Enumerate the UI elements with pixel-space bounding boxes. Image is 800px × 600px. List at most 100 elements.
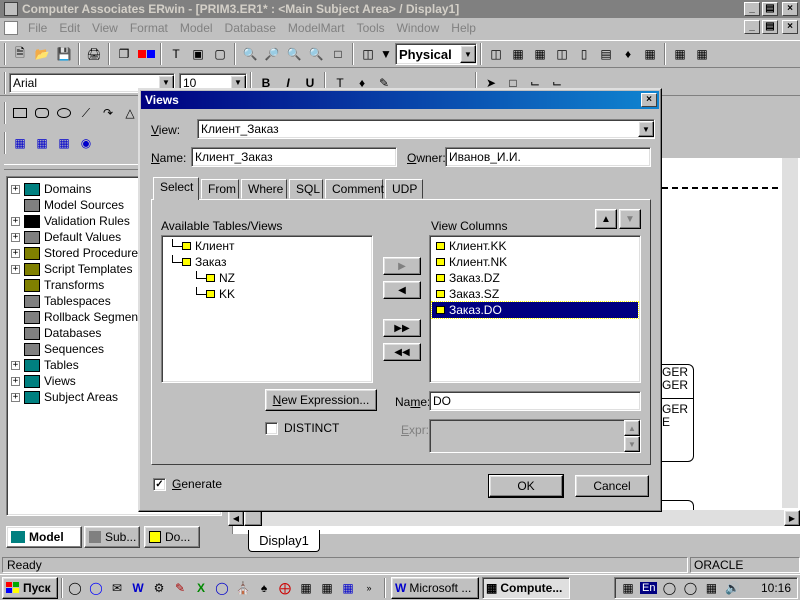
display-tab[interactable]: Display1 [248,530,320,552]
shield-icon[interactable]: ⛪ [234,579,252,597]
calc-icon[interactable]: ▦ [318,579,336,597]
column-icon[interactable]: ▯ [573,43,595,65]
volume-icon[interactable]: 🔊 [723,579,741,597]
language-indicator[interactable]: En [640,581,658,594]
complete-icon[interactable]: ◉ [75,132,97,154]
report-icon[interactable]: ▦ [669,43,691,65]
view-column-item[interactable]: Клиент.KK [432,238,638,254]
expand-icon[interactable]: + [11,376,20,386]
layout-icon[interactable]: ▦ [507,43,529,65]
start-button[interactable]: Пуск [2,576,58,599]
more-icon[interactable]: » [360,579,378,597]
cancel-button[interactable]: Cancel [575,475,649,497]
view-column-item[interactable]: Заказ.DO [431,301,639,319]
menu-modelmart[interactable]: ModelMart [282,19,351,37]
desktop-icon[interactable]: ◯ [66,579,84,597]
tab-select[interactable]: Select [153,177,199,200]
tray-app-icon[interactable]: ◯ [660,579,678,597]
tree-item[interactable]: Model Sources [11,197,124,213]
explorer-icon[interactable]: ◯ [87,579,105,597]
view-select[interactable]: Клиент_Заказ ▼ [197,119,655,139]
menu-view[interactable]: View [86,19,124,37]
transform-icon[interactable]: ▦ [9,132,31,154]
tree-item[interactable]: + Domains [11,181,91,197]
split-icon[interactable]: ◫ [551,43,573,65]
doc-restore-button[interactable]: ▤ [762,20,778,34]
row-icon[interactable]: ▤ [595,43,617,65]
move-up-button[interactable]: ▲ [595,209,617,229]
column-name-field[interactable]: DO [429,391,641,411]
available-column[interactable]: NZ [172,270,382,286]
tree-item[interactable]: + Subject Areas [11,389,118,405]
menu-model[interactable]: Model [174,19,219,37]
link-icon[interactable]: ♦ [617,43,639,65]
tree-item[interactable]: + Stored Procedures [11,245,144,261]
format-icon[interactable]: T [165,43,187,65]
tab-domain[interactable]: Do... [144,526,200,548]
tray-app2-icon[interactable]: ◯ [681,579,699,597]
zoom-window-icon[interactable]: □ [327,43,349,65]
grid-icon[interactable]: ▦ [639,43,661,65]
maximize-button[interactable]: ▤ [762,2,778,16]
menu-file[interactable]: File [22,19,53,37]
scroll-thumb[interactable] [244,510,262,526]
close-button[interactable]: × [782,2,798,16]
expand-icon[interactable]: + [11,264,20,274]
menu-format[interactable]: Format [124,19,174,37]
available-table[interactable]: Клиент [172,238,382,254]
view-column-item[interactable]: Заказ.DZ [432,270,638,286]
menu-help[interactable]: Help [445,19,482,37]
entity-icon[interactable]: ▣ [187,43,209,65]
print-icon[interactable]: 🖨 [83,43,105,65]
tab-subject[interactable]: Sub... [84,526,140,548]
tray-app3-icon[interactable]: ▦ [702,579,720,597]
tab-sql[interactable]: SQL [289,179,323,199]
expand-icon[interactable]: + [11,248,20,258]
distinct-checkbox[interactable]: DISTINCT [265,421,339,435]
ok-button[interactable]: OK [488,474,564,498]
color-icon[interactable] [135,43,157,65]
browser-icon[interactable]: ◯ [213,579,231,597]
app-titlebar[interactable]: Computer Associates ERwin - [PRIM3.ER1* … [0,0,800,18]
task-erwin[interactable]: ▦ Compute... [482,576,570,599]
zoom-fit-icon[interactable]: 🔍 [283,43,305,65]
dialog-titlebar[interactable]: Views [141,91,659,109]
canvas-entity[interactable]: GER GER GER E [662,364,694,462]
chevron-down-icon[interactable]: ▼ [638,121,654,137]
move-all-left-button[interactable]: ◀◀ [383,343,421,361]
tree-item[interactable]: + Default Values [11,229,121,245]
doc-icon[interactable] [4,21,18,35]
menu-edit[interactable]: Edit [53,19,86,37]
dialog-close-button[interactable]: × [641,93,657,107]
view-columns-list[interactable]: Клиент.KK Клиент.NK Заказ.DZ Заказ.SZ Заказ.… [429,235,641,383]
line-icon[interactable]: ⟋ [75,102,97,124]
merge-icon[interactable]: ▦ [53,132,75,154]
scroll-right-icon[interactable]: ▶ [784,510,800,526]
menu-window[interactable]: Window [391,19,446,37]
tree-item[interactable]: + Validation Rules [11,213,130,229]
tab-udp[interactable]: UDP [385,179,423,199]
tab-model[interactable]: Model [6,526,82,548]
tree-item[interactable]: Databases [11,325,101,341]
move-down-button[interactable]: ▼ [619,209,641,229]
minimize-button[interactable]: _ [744,2,760,16]
compare-icon[interactable]: ▦ [31,132,53,154]
tab-where[interactable]: Where [241,179,287,199]
expand-icon[interactable]: + [11,392,20,402]
relation-icon[interactable]: ◫ [485,43,507,65]
canvas-vscrollbar[interactable] [782,158,798,508]
available-tree[interactable]: Клиент Заказ NZ KK [161,235,373,383]
zoom-in-icon[interactable]: 🔎 [261,43,283,65]
open-icon[interactable]: 📂 [31,43,53,65]
target-icon[interactable]: ⨁ [276,579,294,597]
tree-icon[interactable]: ▦ [529,43,551,65]
ellipse-icon[interactable] [53,102,75,124]
expand-icon[interactable]: + [11,216,20,226]
view-column-item[interactable]: Клиент.NK [432,254,638,270]
tree-item[interactable]: Transforms [11,277,104,293]
tree-item[interactable]: + Script Templates [11,261,132,277]
excel-icon[interactable]: X [192,579,210,597]
display-icon[interactable]: ◫ [357,43,379,65]
tree-item[interactable]: Sequences [11,341,104,357]
rounded-rect-icon[interactable] [31,102,53,124]
